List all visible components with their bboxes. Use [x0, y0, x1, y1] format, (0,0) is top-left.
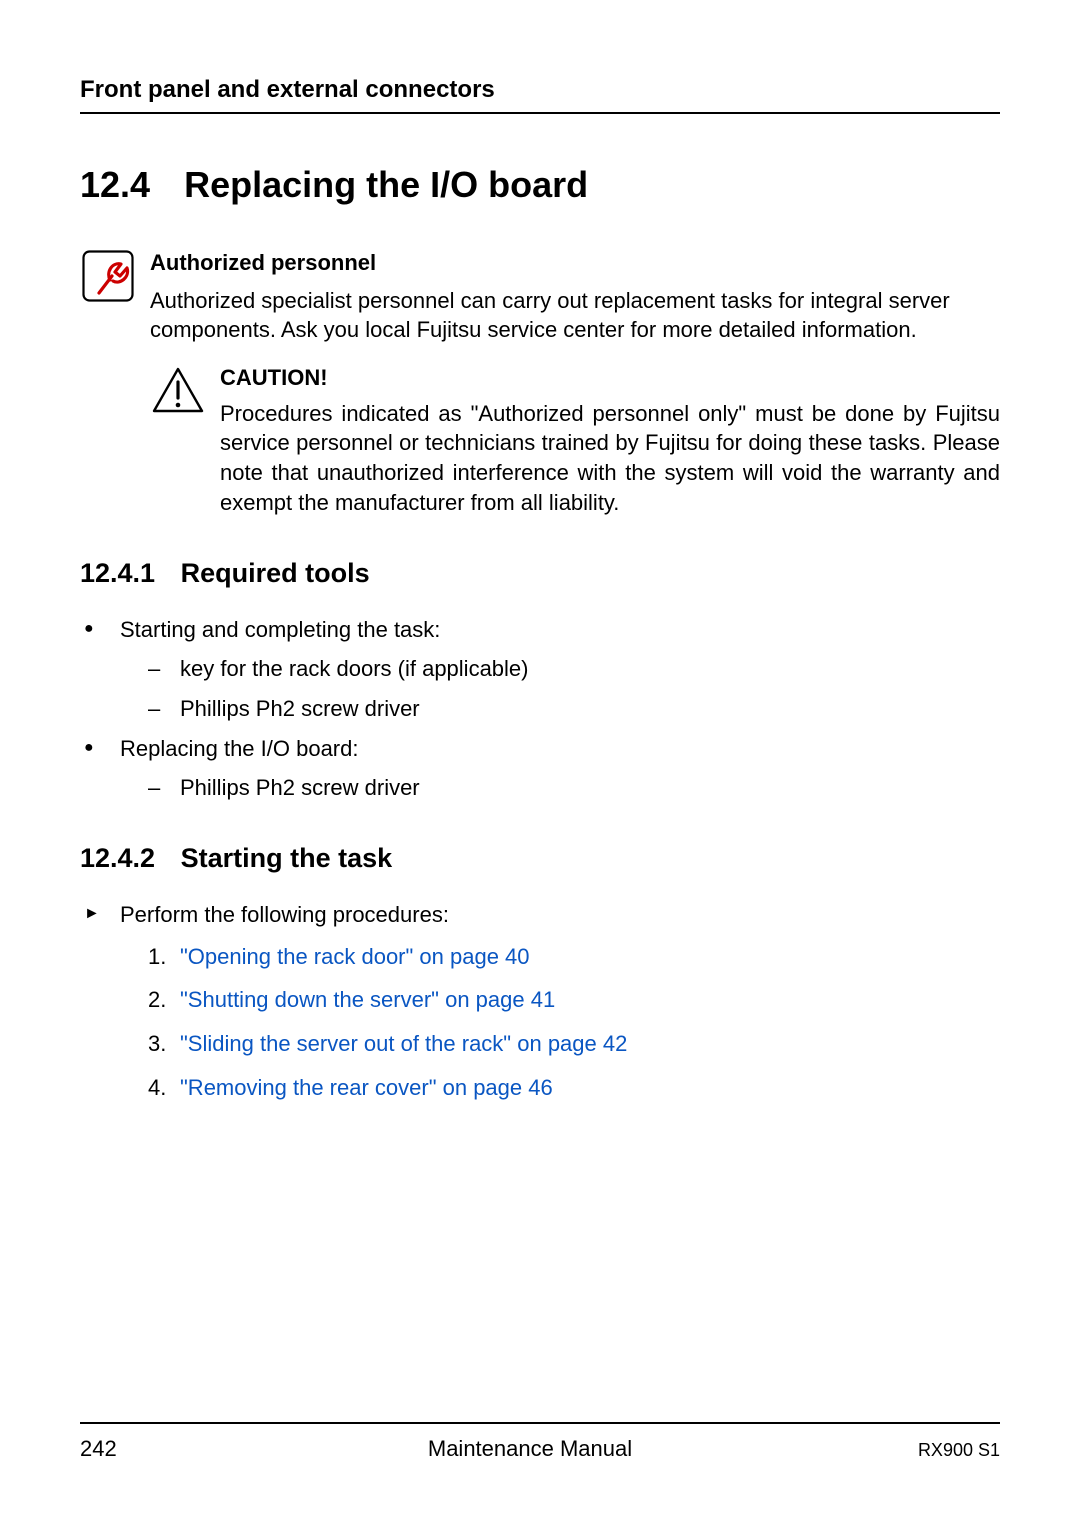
list-item: Phillips Ph2 screw driver: [148, 773, 1000, 803]
caution-block: CAUTION! Procedures indicated as "Author…: [150, 363, 1000, 517]
list-item: Phillips Ph2 screw driver: [148, 694, 1000, 724]
required-tools-list: Starting and completing the task: key fo…: [84, 615, 1000, 803]
subsection-title: Required tools: [181, 558, 370, 588]
caution-icon: [150, 363, 206, 419]
cross-reference-link[interactable]: "Shutting down the server" on page 41: [180, 987, 555, 1012]
cross-reference-link[interactable]: "Sliding the server out of the rack" on …: [180, 1031, 627, 1056]
list-item: "Removing the rear cover" on page 46: [148, 1073, 1000, 1103]
cross-reference-link[interactable]: "Removing the rear cover" on page 46: [180, 1075, 553, 1100]
section-title: Replacing the I/O board: [184, 164, 588, 205]
list-item-lead: Starting and completing the task:: [120, 617, 440, 642]
subsection-number: 12.4.2: [80, 843, 155, 874]
procedure-lead: Perform the following procedures:: [120, 902, 449, 927]
subsection-title: Starting the task: [181, 843, 393, 873]
caution-body: Procedures indicated as "Authorized pers…: [220, 399, 1000, 518]
page-number: 242: [80, 1436, 200, 1462]
section-number: 12.4: [80, 164, 150, 206]
list-item: "Opening the rack door" on page 40: [148, 942, 1000, 972]
procedure-lead-list: Perform the following procedures: "Openi…: [84, 900, 1000, 1102]
caution-title: CAUTION!: [220, 363, 1000, 393]
running-head: Front panel and external connectors: [80, 76, 1000, 114]
list-item-lead: Replacing the I/O board:: [120, 736, 358, 761]
procedure-steps: "Opening the rack door" on page 40 "Shut…: [148, 942, 1000, 1103]
list-item: "Sliding the server out of the rack" on …: [148, 1029, 1000, 1059]
list-item: Replacing the I/O board: Phillips Ph2 sc…: [84, 734, 1000, 803]
footer-model: RX900 S1: [860, 1440, 1000, 1461]
page-footer: 242 Maintenance Manual RX900 S1: [80, 1422, 1000, 1462]
maintenance-icon: [80, 248, 136, 304]
section-heading: 12.4 Replacing the I/O board: [80, 164, 1000, 206]
subsection-starting-task: 12.4.2 Starting the task: [80, 843, 1000, 874]
cross-reference-link[interactable]: "Opening the rack door" on page 40: [180, 944, 530, 969]
subsection-number: 12.4.1: [80, 558, 155, 589]
list-item: Perform the following procedures: "Openi…: [84, 900, 1000, 1102]
authorized-personnel-block: Authorized personnel Authorized speciali…: [80, 248, 1000, 518]
footer-title: Maintenance Manual: [200, 1436, 860, 1462]
subsection-required-tools: 12.4.1 Required tools: [80, 558, 1000, 589]
list-item: Starting and completing the task: key fo…: [84, 615, 1000, 724]
list-item: "Shutting down the server" on page 41: [148, 985, 1000, 1015]
authorized-body: Authorized specialist personnel can carr…: [150, 286, 1000, 345]
list-item: key for the rack doors (if applicable): [148, 654, 1000, 684]
authorized-title: Authorized personnel: [150, 248, 1000, 278]
